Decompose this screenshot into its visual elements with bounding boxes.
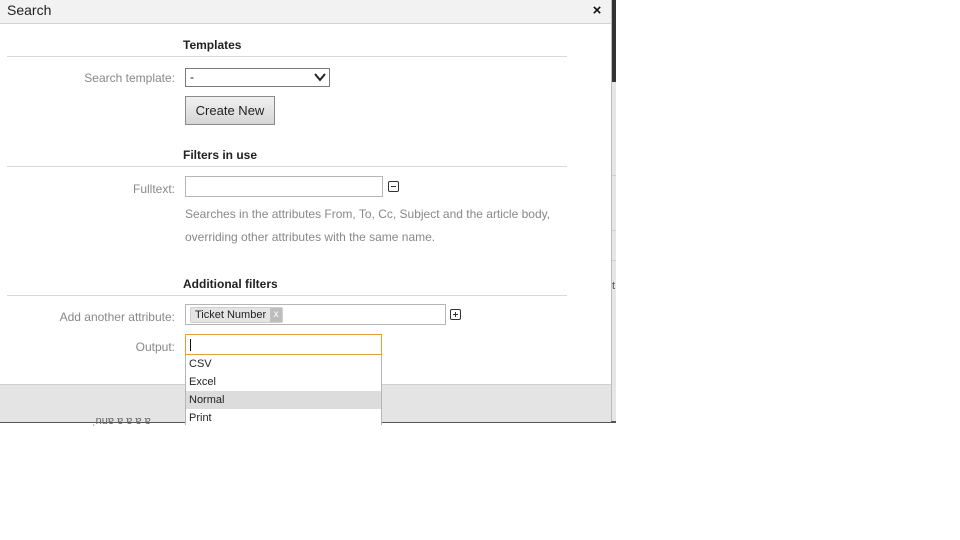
output-option-excel[interactable]: Excel [186,373,381,391]
section-divider [7,295,567,296]
output-option-print[interactable]: Print [186,409,381,425]
output-option-csv[interactable]: CSV [186,355,381,373]
attribute-token: Ticket Number x [190,307,284,323]
filters-heading: Filters in use [183,148,258,162]
background-text-fragment: t [612,280,616,292]
chevron-down-icon [314,73,326,82]
section-divider [7,166,567,167]
remove-filter-icon[interactable] [388,181,399,192]
search-template-label: Search template: [84,71,175,85]
close-icon[interactable]: × [590,3,604,19]
token-remove-icon[interactable]: x [270,308,283,322]
dialog-titlebar: Search × [0,0,611,24]
fulltext-hint-line-2: overriding other attributes with the sam… [185,230,436,244]
background-text-fragment: ˌnuɐ ɐ ɐ ɐ ɐ [92,415,151,427]
create-new-button[interactable]: Create New [185,96,275,125]
search-dialog: Search × Templates Search template: - Cr… [0,0,612,425]
search-template-value: - [190,70,194,84]
add-attribute-label: Add another attribute: [59,310,175,324]
section-divider [7,56,567,57]
output-input[interactable] [185,334,382,355]
fulltext-input[interactable] [185,176,383,197]
output-dropdown: CSV Excel Normal Print [185,355,382,425]
fulltext-hint-line-1: Searches in the attributes From, To, Cc,… [185,207,551,221]
add-attribute-icon[interactable] [450,309,461,320]
attribute-token-label: Ticket Number [195,309,267,321]
search-template-select[interactable]: - [185,68,330,87]
additional-filters-heading: Additional filters [183,277,278,291]
output-label: Output: [135,340,175,354]
output-option-normal[interactable]: Normal [186,391,381,409]
fulltext-label: Fulltext: [132,182,175,196]
text-caret [190,339,191,351]
templates-heading: Templates [183,38,242,52]
dialog-title: Search [7,2,52,18]
